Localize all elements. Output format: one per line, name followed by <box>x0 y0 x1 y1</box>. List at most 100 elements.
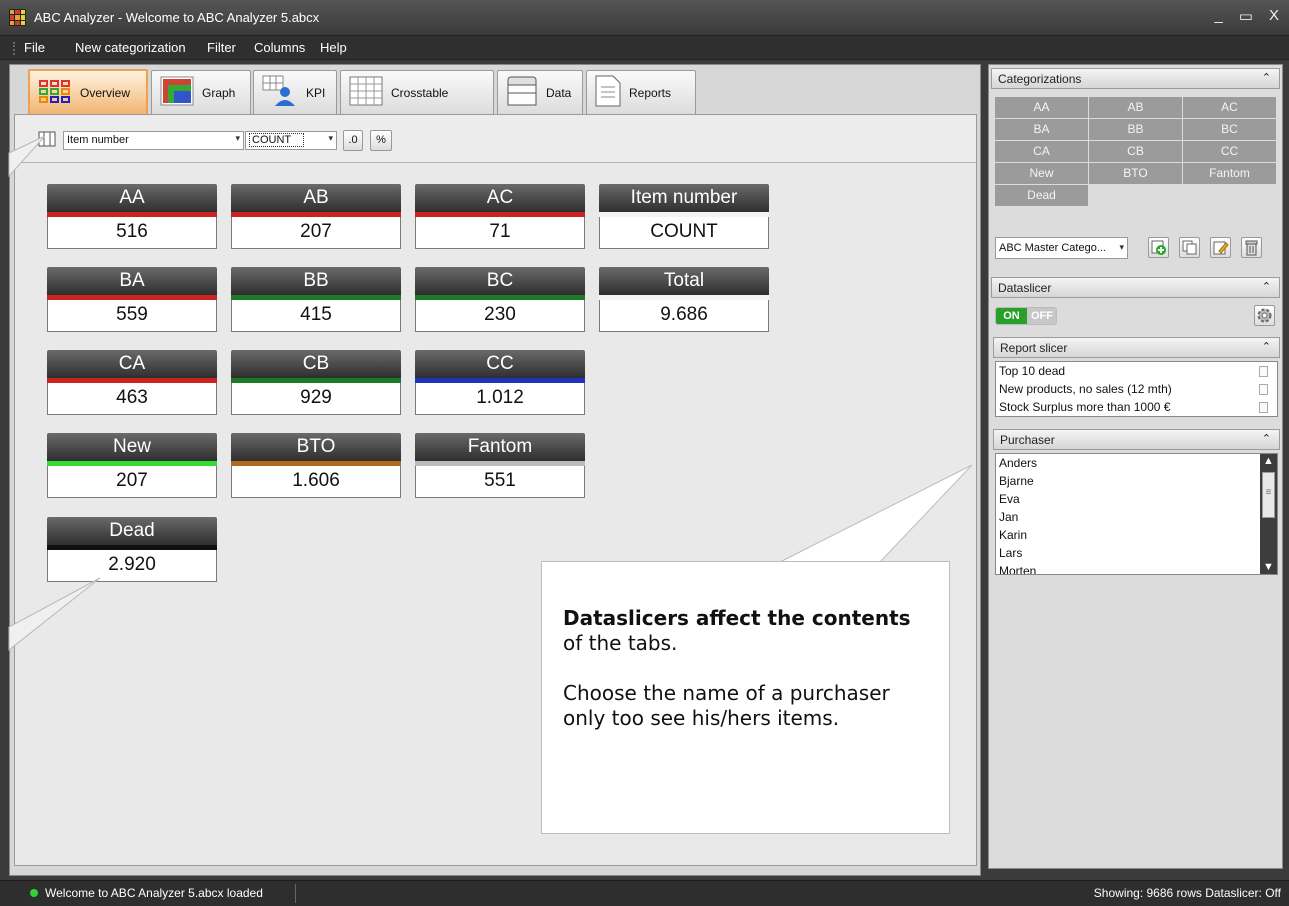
category-cell[interactable]: Dead <box>995 185 1088 206</box>
collapse-icon[interactable]: ⌃ <box>1262 340 1271 353</box>
tab-overview[interactable]: Overview <box>28 69 148 115</box>
category-cell[interactable]: BTO <box>1089 163 1182 184</box>
tile-cb[interactable]: CB 929 <box>231 350 401 415</box>
menu-grip-icon <box>13 42 15 55</box>
tab-data[interactable]: Data <box>497 70 583 114</box>
purchaser-header[interactable]: Purchaser ⌃ <box>993 429 1280 450</box>
menu-new-categorization[interactable]: New categorization <box>75 40 186 55</box>
scroll-thumb[interactable]: ≡ <box>1262 472 1275 518</box>
column-select[interactable]: Item number ▾ <box>63 131 244 150</box>
list-item[interactable]: Anders <box>996 454 1277 472</box>
minimize-icon[interactable]: _ <box>1214 7 1222 25</box>
menu-file[interactable]: File <box>24 40 45 55</box>
tab-crosstable-label: Crosstable <box>391 85 449 100</box>
tile-bb[interactable]: BB 415 <box>231 267 401 332</box>
tile-cc-value: 1.012 <box>415 383 585 415</box>
category-cell[interactable]: CC <box>1183 141 1276 162</box>
tooltip-bold: Dataslicers affect the contents <box>563 606 911 630</box>
status-message: Welcome to ABC Analyzer 5.abcx loaded <box>45 886 263 900</box>
scroll-down-icon[interactable]: ▼ <box>1263 561 1274 573</box>
tile-new-label: New <box>47 433 217 461</box>
crosstable-icon <box>349 76 383 109</box>
tile-new[interactable]: New 207 <box>47 433 217 498</box>
tile-aa[interactable]: AA 516 <box>47 184 217 249</box>
list-item[interactable]: Stock Surplus more than 1000 € <box>996 398 1277 416</box>
tab-reports[interactable]: Reports <box>586 70 696 114</box>
dataslicer-settings-button[interactable] <box>1254 305 1275 326</box>
report-slicer-list: Top 10 dead New products, no sales (12 m… <box>995 361 1278 417</box>
tile-ac-label: AC <box>415 184 585 212</box>
tile-bc-label: BC <box>415 267 585 295</box>
status-bar: Welcome to ABC Analyzer 5.abcx loaded Sh… <box>0 880 1289 906</box>
close-icon[interactable]: X <box>1269 7 1279 25</box>
tile-ac[interactable]: AC 71 <box>415 184 585 249</box>
list-item[interactable]: Eva <box>996 490 1277 508</box>
copy-categorization-button[interactable] <box>1179 237 1200 258</box>
category-cell[interactable]: CA <box>995 141 1088 162</box>
dataslicer-toggle[interactable]: ON OFF <box>995 307 1057 325</box>
scroll-up-icon[interactable]: ▲ <box>1263 455 1274 467</box>
purchaser-title: Purchaser <box>1000 433 1055 447</box>
maximize-icon[interactable]: ▭ <box>1239 7 1253 25</box>
tile-dead[interactable]: Dead 2.920 <box>47 517 217 582</box>
delete-categorization-button[interactable] <box>1241 237 1262 258</box>
tab-kpi[interactable]: KPI <box>253 70 337 114</box>
category-cell[interactable]: BC <box>1183 119 1276 140</box>
collapse-icon[interactable]: ⌃ <box>1262 71 1271 84</box>
tooltip-rest: of the tabs. <box>563 631 678 655</box>
list-item[interactable]: Lars <box>996 544 1277 562</box>
category-cell[interactable]: AC <box>1183 97 1276 118</box>
category-cell[interactable]: AA <box>995 97 1088 118</box>
purchaser-scrollbar[interactable]: ▲ ≡ ▼ <box>1260 454 1277 574</box>
list-item[interactable]: Morten <box>996 562 1277 574</box>
menu-help[interactable]: Help <box>320 40 347 55</box>
list-item[interactable]: Top 10 dead <box>996 362 1277 380</box>
app-window: ABC Analyzer - Welcome to ABC Analyzer 5… <box>0 0 1289 906</box>
percent-button[interactable]: % <box>370 130 392 151</box>
tab-graph[interactable]: Graph <box>151 70 251 114</box>
categorization-select[interactable]: ABC Master Catego... ▾ <box>995 237 1128 259</box>
list-item[interactable]: Karin <box>996 526 1277 544</box>
category-cell[interactable]: BA <box>995 119 1088 140</box>
tab-crosstable[interactable]: Crosstable <box>340 70 494 114</box>
category-cell[interactable]: BB <box>1089 119 1182 140</box>
list-item[interactable]: New products, no sales (12 mth) <box>996 380 1277 398</box>
aggregate-select-value: COUNT <box>249 133 305 147</box>
collapse-icon[interactable]: ⌃ <box>1262 280 1271 293</box>
tile-total[interactable]: Total 9.686 <box>599 267 769 332</box>
tile-ba[interactable]: BA 559 <box>47 267 217 332</box>
dataslicer-header[interactable]: Dataslicer ⌃ <box>991 277 1280 298</box>
category-cell[interactable]: CB <box>1089 141 1182 162</box>
tab-data-label: Data <box>546 85 572 100</box>
decimal-button[interactable]: .0 <box>343 130 363 151</box>
category-cell[interactable]: Fantom <box>1183 163 1276 184</box>
add-categorization-button[interactable] <box>1148 237 1169 258</box>
categorizations-header[interactable]: Categorizations ⌃ <box>991 68 1280 89</box>
edit-categorization-button[interactable] <box>1210 237 1231 258</box>
tile-item-number[interactable]: Item number COUNT <box>599 184 769 249</box>
category-cell[interactable]: New <box>995 163 1088 184</box>
list-item[interactable]: Bjarne <box>996 472 1277 490</box>
tile-bto[interactable]: BTO 1.606 <box>231 433 401 498</box>
dataslicer-title: Dataslicer <box>998 281 1052 295</box>
tile-fantom[interactable]: Fantom 551 <box>415 433 585 498</box>
list-item[interactable]: Jan <box>996 508 1277 526</box>
tile-cb-value: 929 <box>231 383 401 415</box>
tile-dead-label: Dead <box>47 517 217 545</box>
report-slicer-header[interactable]: Report slicer ⌃ <box>993 337 1280 358</box>
tile-aa-label: AA <box>47 184 217 212</box>
category-cell[interactable]: AB <box>1089 97 1182 118</box>
menu-columns[interactable]: Columns <box>254 40 305 55</box>
trash-icon <box>1245 240 1258 256</box>
tile-ab[interactable]: AB 207 <box>231 184 401 249</box>
columns-icon[interactable] <box>38 131 56 150</box>
tile-bc[interactable]: BC 230 <box>415 267 585 332</box>
collapse-icon[interactable]: ⌃ <box>1262 432 1271 445</box>
aggregate-select[interactable]: COUNT ▾ <box>245 131 337 150</box>
tile-cc[interactable]: CC 1.012 <box>415 350 585 415</box>
tile-ca[interactable]: CA 463 <box>47 350 217 415</box>
menu-filter[interactable]: Filter <box>207 40 236 55</box>
tile-dead-value: 2.920 <box>47 550 217 582</box>
tile-bb-label: BB <box>231 267 401 295</box>
document-icon <box>1259 366 1268 377</box>
